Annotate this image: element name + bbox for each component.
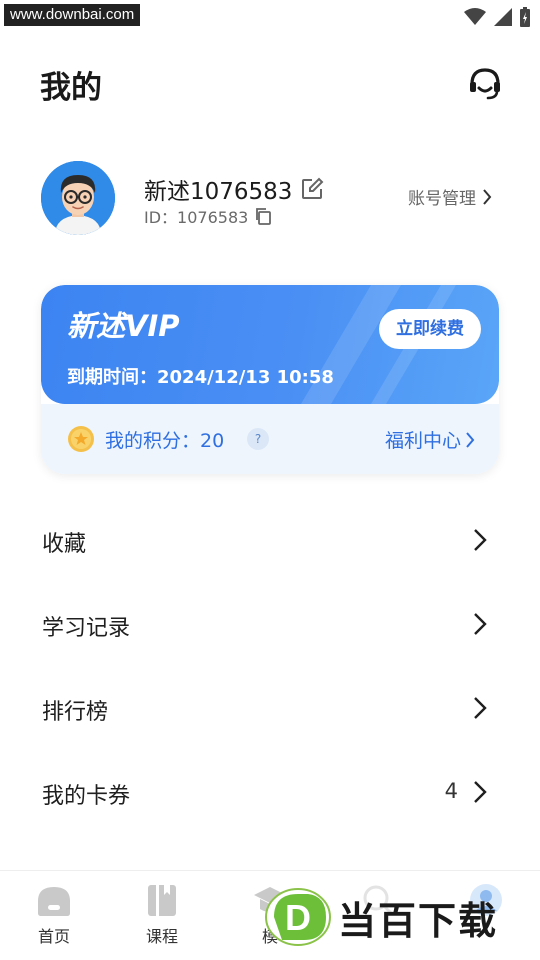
menu-item-favorites[interactable]: 收藏 — [0, 498, 540, 582]
site-watermark: www.downbai.com — [4, 4, 141, 26]
profile-section: 新述1076583 ID：1076583 账号管理 — [0, 160, 540, 240]
signal-icon — [494, 8, 512, 26]
svg-text:D: D — [285, 897, 311, 938]
tab-label: 首页 — [37, 927, 70, 946]
tab-courses[interactable]: 课程 — [108, 883, 216, 947]
welfare-center-link[interactable]: 福利中心 — [385, 426, 475, 453]
vip-banner[interactable]: 新述VIP 到期时间：2024/12/13 10:58 立即续费 — [41, 285, 499, 404]
brand-text: 当百下载 — [338, 901, 499, 943]
menu-item-label: 我的卡券 — [42, 784, 131, 809]
user-id-row: ID：1076583 — [144, 204, 272, 228]
chevron-right-icon — [474, 697, 487, 719]
coupon-count: 4 — [444, 779, 458, 803]
points-bar: 我的积分：20 ? 福利中心 — [41, 404, 499, 474]
chevron-right-icon — [466, 431, 475, 448]
book-icon — [148, 885, 176, 916]
vip-expiry: 到期时间：2024/12/13 10:58 — [67, 367, 334, 388]
renew-button[interactable]: 立即续费 — [379, 309, 481, 349]
coin-icon — [68, 426, 94, 452]
tab-label: 课程 — [145, 927, 178, 946]
menu-item-study-history[interactable]: 学习记录 — [0, 582, 540, 666]
page-title: 我的 — [40, 70, 102, 106]
menu-item-label: 排行榜 — [42, 700, 109, 725]
status-bar: www.downbai.com — [0, 0, 540, 32]
copy-icon[interactable] — [254, 207, 272, 225]
battery-icon — [520, 7, 530, 27]
menu-item-label: 学习记录 — [42, 616, 131, 641]
brand-watermark: D 当百下载 — [264, 882, 534, 954]
avatar[interactable] — [41, 161, 115, 235]
points-help-icon[interactable]: ? — [247, 428, 269, 450]
username: 新述1076583 — [144, 179, 293, 205]
account-link-label: 账号管理 — [408, 189, 476, 209]
chevron-right-icon — [483, 188, 492, 205]
edit-icon[interactable] — [300, 177, 324, 201]
welfare-label: 福利中心 — [384, 430, 461, 452]
status-icons — [464, 7, 530, 27]
tab-home[interactable]: 首页 — [0, 883, 108, 947]
menu-item-label: 收藏 — [42, 532, 87, 557]
account-management-link[interactable]: 账号管理 — [408, 184, 492, 209]
chevron-right-icon — [474, 613, 487, 635]
wifi-icon — [464, 8, 486, 25]
chevron-right-icon — [474, 529, 487, 551]
points-label[interactable]: 我的积分：20 — [105, 426, 224, 453]
home-icon — [38, 887, 70, 916]
headset-icon[interactable] — [466, 64, 504, 106]
page-header: 我的 — [0, 56, 540, 112]
vip-card: 新述VIP 到期时间：2024/12/13 10:58 立即续费 我的积分：20… — [41, 285, 499, 474]
menu-item-leaderboard[interactable]: 排行榜 — [0, 666, 540, 750]
username-row: 新述1076583 — [144, 172, 324, 206]
chevron-right-icon — [474, 781, 487, 803]
menu-list: 收藏 学习记录 排行榜 我的卡券 4 — [0, 498, 540, 834]
user-id: ID：1076583 — [144, 208, 249, 227]
vip-title: 新述VIP — [67, 309, 180, 343]
brand-logo: D — [265, 888, 331, 946]
menu-item-coupons[interactable]: 我的卡券 4 — [0, 750, 540, 834]
